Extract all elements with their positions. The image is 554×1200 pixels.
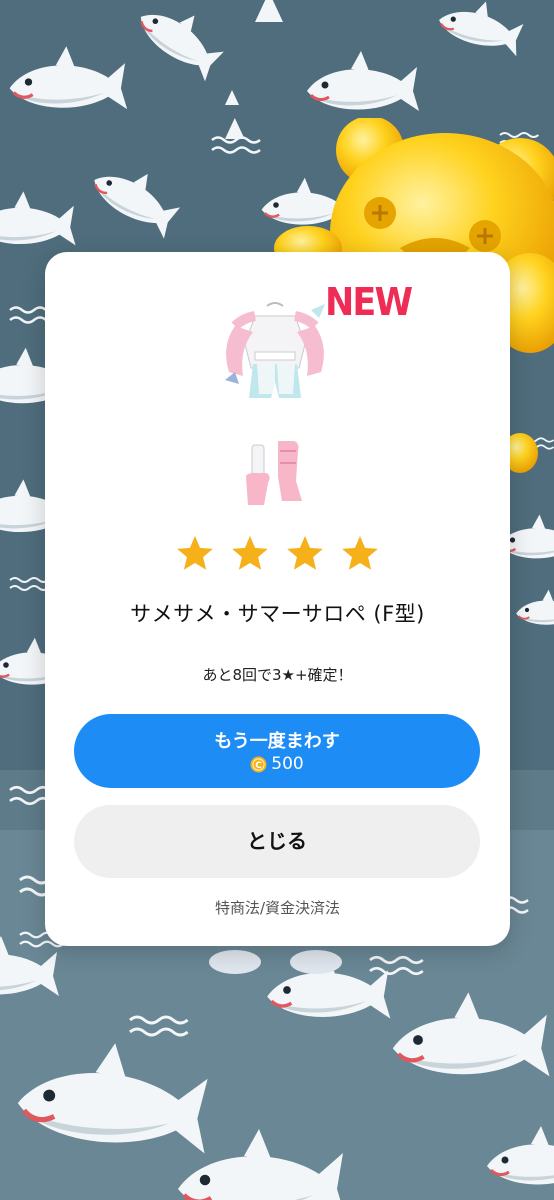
spin-cost-value: 500 — [271, 754, 304, 774]
new-badge: NEW — [325, 280, 413, 324]
gacha-result-modal: NEW サメサメ・サマーサロペ (F型) あと8回で3★+確定！ もう一度まわす… — [45, 252, 510, 946]
star-icon — [342, 535, 378, 570]
outfit-leggings-image — [246, 441, 302, 505]
close-label: とじる — [247, 829, 307, 853]
coin-icon: C — [250, 756, 267, 772]
item-name: サメサメ・サマーサロペ (F型) — [130, 602, 425, 626]
rarity-stars — [45, 534, 510, 578]
close-button[interactable]: とじる — [74, 805, 480, 878]
outfit-top-image — [225, 302, 325, 398]
spin-cost: C 500 — [74, 754, 480, 774]
star-icon — [177, 535, 213, 570]
pity-counter-text: あと8回で3★+確定！ — [202, 666, 353, 684]
spin-again-label: もう一度まわす — [214, 731, 340, 752]
star-icon — [287, 535, 323, 570]
star-icon — [232, 535, 268, 570]
spin-again-button[interactable]: もう一度まわす C 500 — [74, 714, 480, 788]
legal-link[interactable]: 特商法/資金決済法 — [45, 897, 510, 918]
svg-text:C: C — [255, 761, 262, 771]
